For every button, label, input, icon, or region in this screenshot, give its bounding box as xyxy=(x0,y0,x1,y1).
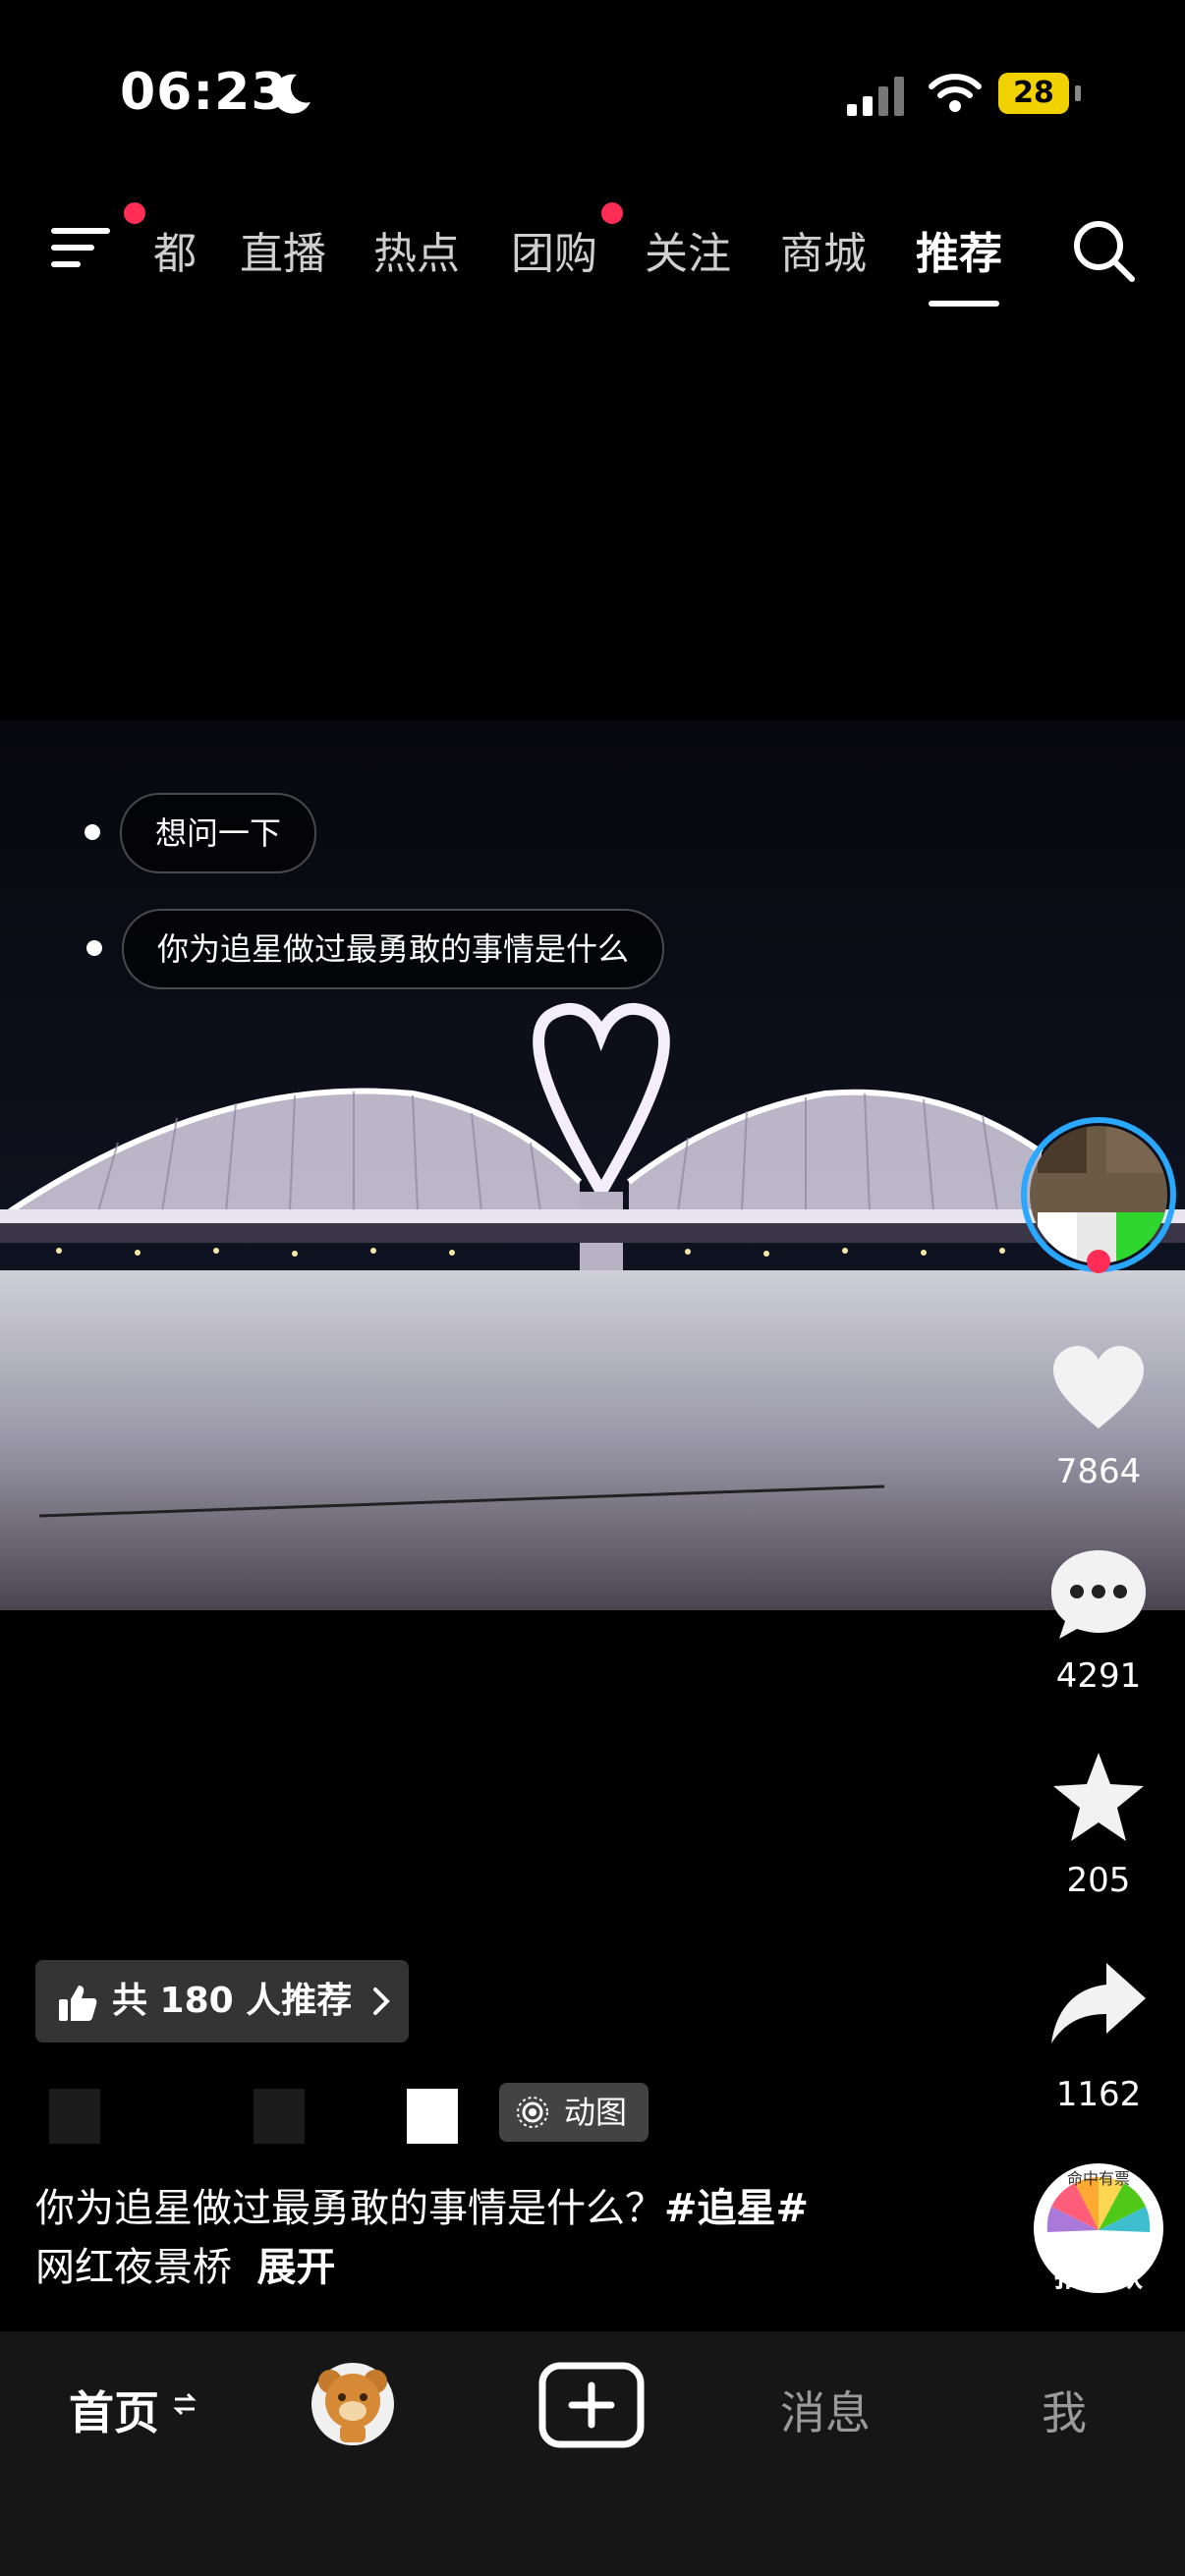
bubble-bullet xyxy=(86,940,102,956)
battery-indicator: 28 xyxy=(998,73,1081,114)
video-caption-line2: 网红夜景桥 展开 xyxy=(35,2238,920,2297)
live-photo-icon xyxy=(517,2097,548,2128)
nav-home-label: 首页 xyxy=(69,2386,159,2439)
comment-icon[interactable] xyxy=(1047,1542,1150,1645)
active-tab-indicator xyxy=(929,301,999,307)
tab-live[interactable]: 直播 xyxy=(240,218,326,281)
share-count: 1162 xyxy=(1055,2075,1142,2114)
video-caption: 你为追星做过最勇敢的事情是什么？#追星# xyxy=(35,2179,920,2238)
recommend-text: 共 180 人推荐 xyxy=(112,1981,353,2021)
animated-image-label: 动图 xyxy=(564,2094,628,2131)
chevron-right-icon xyxy=(373,1988,390,2015)
refresh-swap-icon xyxy=(173,2392,197,2416)
redacted-block xyxy=(254,2089,305,2144)
wifi-icon xyxy=(929,74,982,112)
group-buy-notification-dot xyxy=(601,202,623,224)
caption-hashtag[interactable]: #追星# xyxy=(664,2186,809,2231)
same-style-label: 拍同款 xyxy=(1054,2260,1143,2294)
tab-hot[interactable]: 热点 xyxy=(373,218,460,281)
nav-me[interactable]: 我 xyxy=(1042,2378,1087,2442)
favorite-star-icon[interactable] xyxy=(1047,1747,1150,1849)
moon-icon xyxy=(272,74,310,114)
tab-following[interactable]: 关注 xyxy=(645,218,731,281)
tab-mall[interactable]: 商城 xyxy=(780,218,867,281)
nav-home[interactable]: 首页 xyxy=(69,2378,159,2442)
redacted-block xyxy=(407,2089,458,2144)
same-style-button[interactable]: 命中有票 拍同款 xyxy=(1032,2161,1165,2295)
caption-text: 网红夜景桥 xyxy=(35,2245,232,2290)
animated-image-tag[interactable]: 动图 xyxy=(499,2083,649,2142)
thumbs-up-icon xyxy=(59,1986,97,2021)
nav-messages[interactable]: 消息 xyxy=(780,2378,871,2442)
share-arrow-icon[interactable] xyxy=(1047,1955,1150,2057)
status-time: 06:23 xyxy=(120,63,288,122)
cellular-signal-icon xyxy=(847,77,904,116)
bubble-bullet xyxy=(85,824,100,840)
caption-text: 你为追星做过最勇敢的事情是什么？ xyxy=(35,2186,664,2231)
create-post-button[interactable] xyxy=(538,2362,645,2448)
comment-count: 4291 xyxy=(1055,1656,1142,1696)
tab-city[interactable]: 都 xyxy=(153,218,197,281)
menu-notification-dot xyxy=(124,202,145,224)
tab-recommend[interactable]: 推荐 xyxy=(916,218,1002,281)
search-icon[interactable] xyxy=(1069,216,1138,285)
friend-avatar[interactable] xyxy=(310,2362,395,2446)
menu-icon[interactable] xyxy=(51,224,112,271)
video-player[interactable]: 想问一下 你为追星做过最勇敢的事情是什么 xyxy=(0,720,1185,1610)
comment-bubble: 想问一下 xyxy=(120,793,317,873)
favorite-count: 205 xyxy=(1066,1861,1131,1900)
recommend-pill[interactable]: 共 180 人推荐 xyxy=(35,1960,409,2043)
tab-group-buy[interactable]: 团购 xyxy=(511,218,597,281)
expand-button[interactable]: 展开 xyxy=(256,2245,335,2290)
redacted-block xyxy=(49,2089,100,2144)
like-count: 7864 xyxy=(1055,1452,1142,1491)
battery-level: 28 xyxy=(1013,76,1054,110)
music-disc-text: 命中有票 xyxy=(1066,2169,1130,2188)
like-heart-icon[interactable] xyxy=(1047,1338,1150,1440)
comment-bubble: 你为追星做过最勇敢的事情是什么 xyxy=(122,909,665,989)
creator-avatar[interactable] xyxy=(1018,1114,1179,1275)
